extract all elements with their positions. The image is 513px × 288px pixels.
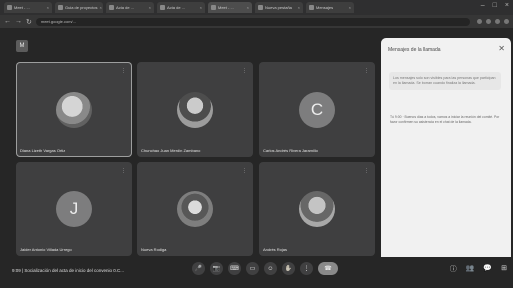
close-tab-icon[interactable]: × (200, 5, 202, 10)
participant-tile[interactable]: ⋮ Andrés Rojas (259, 162, 375, 256)
tab-bar: Meet - ... × Guia de proyectos × Acta de .… (0, 0, 513, 15)
window-controls: – □ × (481, 2, 509, 9)
close-tab-icon[interactable]: × (149, 5, 151, 10)
tab-favicon-icon (109, 5, 114, 10)
captions-icon[interactable]: ⌨ (228, 262, 241, 275)
browser-tab[interactable]: Mensajes × (306, 2, 354, 13)
participant-name: Carlos Andrés Rivera Jaramillo (263, 148, 318, 153)
participant-name: Andrés Rojas (263, 247, 288, 252)
back-icon[interactable]: ← (4, 18, 11, 25)
browser-tab[interactable]: Acta de ... × (106, 2, 154, 13)
meeting-time-title: 9:09 | Socialización del acta de inicio … (12, 268, 124, 273)
people-icon[interactable]: 👥 (466, 264, 475, 274)
chat-panel-title: Mensajes de la llamada (388, 47, 441, 53)
info-icon[interactable]: ⓘ (450, 264, 457, 274)
tab-favicon-icon (309, 5, 314, 10)
participant-avatar (177, 191, 213, 227)
browser-toolbar (477, 19, 509, 24)
reactions-icon[interactable]: ☺ (264, 262, 277, 275)
participant-name: Nueva Rodiga (141, 247, 167, 252)
browser-tab[interactable]: Meet - ... × (4, 2, 52, 13)
chat-info-note: Los mensajes solo son visibles para las … (389, 72, 501, 90)
microphone-icon[interactable]: 🎤 (192, 262, 205, 275)
reload-icon[interactable]: ↻ (26, 18, 32, 26)
extension-icon[interactable] (486, 19, 491, 24)
participant-avatar (56, 91, 92, 128)
present-screen-icon[interactable]: ▭ (246, 262, 259, 275)
chat-icon[interactable]: 💬 (483, 264, 492, 274)
tab-favicon-icon (58, 5, 63, 10)
browser-tab[interactable]: Acta de ... × (157, 2, 205, 13)
meet-area: M ⋮ Diana Lizeth Vargas Ortiz ⋮ Chunchao… (0, 28, 513, 288)
raise-hand-icon[interactable]: ✋ (282, 262, 295, 275)
extension-icon[interactable] (477, 19, 482, 24)
participant-avatar: C (299, 91, 335, 128)
more-options-icon[interactable]: ⋮ (242, 68, 247, 74)
more-options-icon[interactable]: ⋮ (364, 68, 369, 74)
chat-panel: Mensajes de la llamada ✕ Los mensajes so… (381, 38, 511, 280)
tab-favicon-icon (258, 5, 263, 10)
minimize-icon[interactable]: – (481, 2, 485, 9)
participant-tile[interactable]: J ⋮ Jaider Antonio Villada Urrego (16, 162, 132, 256)
tab-favicon-icon (211, 5, 216, 10)
participant-tile[interactable]: ⋮ Nueva Rodiga (137, 162, 253, 256)
address-bar-row: ← → ↻ meet.google.com/... (0, 15, 513, 28)
participant-name: Jaider Antonio Villada Urrego (20, 247, 72, 252)
menu-icon[interactable] (504, 19, 509, 24)
tab-favicon-icon (7, 5, 12, 10)
participant-name: Chunchao Juan Merdin Zambano (141, 148, 201, 153)
browser-window: Meet - ... × Guia de proyectos × Acta de .… (0, 0, 513, 288)
browser-tab[interactable]: Guia de proyectos × (55, 2, 103, 13)
forward-icon[interactable]: → (15, 18, 22, 25)
chat-message: Tú 9:00 · Buenos días a todos, vamos a i… (390, 115, 500, 124)
browser-tab[interactable]: Nueva pestaña × (255, 2, 303, 13)
close-tab-icon[interactable]: × (47, 5, 49, 10)
meet-logo: M (16, 40, 28, 52)
participant-avatar (299, 191, 335, 227)
close-icon[interactable]: ✕ (498, 44, 505, 53)
close-tab-icon[interactable]: × (349, 5, 351, 10)
end-call-button[interactable]: ☎ (318, 262, 338, 275)
maximize-icon[interactable]: □ (493, 2, 497, 9)
participant-tile[interactable]: C ⋮ Carlos Andrés Rivera Jaramillo (259, 62, 375, 157)
profile-icon[interactable] (495, 19, 500, 24)
participant-tile[interactable]: ⋮ Diana Lizeth Vargas Ortiz (16, 62, 132, 157)
close-tab-icon[interactable]: × (99, 5, 101, 10)
tab-favicon-icon (160, 5, 165, 10)
call-controls: 🎤 📷 ⌨ ▭ ☺ ✋ ⋮ ☎ (192, 262, 338, 275)
activities-icon[interactable]: ⊞ (501, 264, 507, 274)
close-tab-icon[interactable]: × (298, 5, 300, 10)
camera-icon[interactable]: 📷 (210, 262, 223, 275)
participant-name: Diana Lizeth Vargas Ortiz (20, 148, 66, 153)
more-options-icon[interactable]: ⋮ (121, 168, 126, 174)
address-bar[interactable]: meet.google.com/... (35, 17, 470, 26)
participant-tile[interactable]: ⋮ Chunchao Juan Merdin Zambano (137, 62, 253, 157)
browser-tab-active[interactable]: Meet - ... × (208, 2, 252, 13)
close-tab-icon[interactable]: × (247, 5, 249, 10)
participant-avatar (177, 91, 213, 128)
more-options-icon[interactable]: ⋮ (121, 68, 126, 74)
side-controls: ⓘ 👥 💬 ⊞ (450, 264, 507, 274)
meeting-controls-bar: 9:09 | Socialización del acta de inicio … (0, 257, 513, 288)
more-options-icon[interactable]: ⋮ (242, 168, 247, 174)
participant-avatar: J (56, 191, 92, 227)
more-options-icon[interactable]: ⋮ (300, 262, 313, 275)
more-options-icon[interactable]: ⋮ (364, 168, 369, 174)
close-window-icon[interactable]: × (505, 2, 509, 9)
